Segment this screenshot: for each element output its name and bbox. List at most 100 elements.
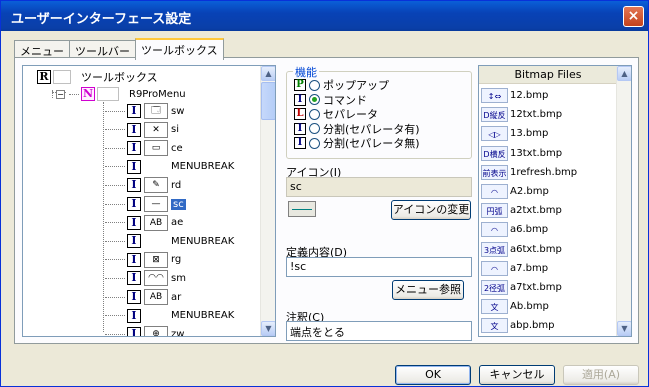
tree-item-label: sw	[171, 105, 185, 117]
collapse-icon[interactable]: −	[56, 89, 65, 99]
item-badge: I	[127, 159, 141, 174]
bitmap-file-item[interactable]: 文 Ab.bmp	[481, 298, 617, 315]
line-icon: —	[144, 196, 168, 212]
cancel-button[interactable]: キャンセル	[479, 365, 555, 385]
close-button[interactable]: ×	[623, 6, 644, 27]
bitmap-file-name: 13.bmp	[510, 128, 549, 140]
tree-item-label: zw	[171, 328, 185, 337]
ce-icon: ▭	[144, 140, 168, 157]
scroll-down-icon[interactable]: ▼	[261, 321, 275, 336]
radio-button[interactable]	[309, 123, 320, 134]
tree-item-label: ar	[171, 291, 182, 303]
bitmap-file-name: A2.bmp	[510, 186, 549, 197]
tree-item-label: MENUBREAK	[171, 161, 235, 173]
item-badge: I	[127, 290, 141, 304]
tree-item-label: MENUBREAK	[171, 310, 235, 322]
pencil-icon: ✎	[144, 177, 168, 194]
option-badge: I	[294, 137, 306, 149]
bitmap-preview-icon: ◠	[481, 260, 508, 276]
bitmap-file-name: 1refresh.bmp	[510, 166, 578, 178]
scroll-up-icon[interactable]: ▲	[261, 66, 275, 81]
tree-item[interactable]: I — sc	[105, 195, 186, 213]
bitmap-file-item[interactable]: ◠ a6.bmp	[481, 221, 617, 238]
bitmap-file-item[interactable]: ◁▷ 13.bmp	[481, 125, 617, 142]
tree-item[interactable]: I MENUBREAK	[105, 307, 234, 325]
tab-toolbox[interactable]: ツールボックス	[135, 38, 224, 60]
bitmap-preview-icon: 3点弧	[481, 241, 508, 257]
scroll-down-icon[interactable]: ▼	[617, 321, 631, 336]
tree-menu-node[interactable]: − N R9ProMenu	[56, 85, 186, 103]
tree-item-label: sc	[171, 198, 186, 210]
function-option[interactable]: I コマンド	[294, 93, 367, 107]
option-badge: P	[294, 79, 306, 91]
note-input[interactable]: 端点をとる	[286, 321, 472, 341]
radio-button[interactable]	[309, 94, 320, 105]
apply-button[interactable]: 適用(A)	[563, 365, 639, 385]
menu-reference-button[interactable]: メニュー参照	[392, 280, 464, 300]
bitmap-file-name: a6.bmp	[510, 224, 549, 236]
bitmap-file-item[interactable]: 3点弧 a6txt.bmp	[481, 241, 617, 258]
tree-item[interactable]: I ⊕ zw	[105, 325, 185, 337]
tree-item[interactable]: I ⊠ rg	[105, 251, 181, 269]
bitmap-preview-icon: ◠	[481, 184, 508, 199]
bitmap-scrollbar[interactable]: ▲ ▼	[616, 66, 631, 336]
scroll-up-icon[interactable]: ▲	[617, 66, 631, 81]
tree-item-label: rd	[171, 179, 182, 191]
bitmap-file-item[interactable]: ↕⇔ 12.bmp	[481, 87, 617, 104]
tree-item[interactable]: I MENUBREAK	[105, 158, 234, 176]
item-badge: I	[127, 197, 141, 211]
bitmap-file-item[interactable]: ◠ a7.bmp	[481, 260, 617, 277]
item-badge: I	[127, 178, 141, 193]
bitmap-file-name: a7txt.bmp	[510, 282, 562, 293]
title-bar: ユーザーインターフェース設定	[1, 1, 648, 31]
bitmap-file-item[interactable]: 円弧 a2txt.bmp	[481, 202, 617, 219]
change-icon-button[interactable]: アイコンの変更	[391, 200, 471, 220]
tree-item[interactable]: I ◠◠ sm	[105, 269, 186, 287]
bitmap-file-name: Ab.bmp	[510, 301, 549, 313]
tree-item[interactable]: I AB ar	[105, 288, 181, 306]
radio-button[interactable]	[309, 79, 320, 91]
scroll-thumb[interactable]	[261, 82, 275, 120]
tree-root[interactable]: R ツールボックス	[37, 68, 158, 86]
definition-input[interactable]: !sc	[286, 257, 472, 277]
bitmap-file-item[interactable]: ◠ A2.bmp	[481, 183, 617, 200]
bitmap-file-item[interactable]: 2径弧 a7txt.bmp	[481, 279, 617, 296]
bitmap-preview-icon: ◁▷	[481, 126, 508, 142]
tree-item[interactable]: I ✕ si	[105, 121, 179, 139]
settings-window: ユーザーインターフェース設定 × メニュー ツールバー ツールボックス R ツー…	[0, 0, 649, 387]
tree-item-label: ce	[171, 142, 183, 154]
menu-icon-slot	[97, 87, 119, 101]
bitmap-file-list[interactable]: Bitmap Files ↕⇔ 12.bmp D縦反 12txt.bmp ◁▷ 13.bm…	[478, 65, 632, 337]
bitmap-list-header[interactable]: Bitmap Files	[479, 66, 617, 84]
bitmap-file-name: 13txt.bmp	[510, 147, 563, 159]
sm-icon: ◠◠	[144, 270, 168, 287]
function-option[interactable]: I 分割(セパレータ有)	[294, 122, 420, 136]
menu-badge: N	[81, 87, 95, 101]
tree-item[interactable]: I 🗔 sw	[105, 102, 184, 120]
tree-scrollbar[interactable]: ▲ ▼	[260, 66, 275, 336]
bitmap-preview-icon: ↕⇔	[481, 88, 508, 103]
tree-item-label: rg	[171, 254, 182, 266]
function-option[interactable]: L セパレータ	[294, 107, 378, 121]
bitmap-file-item[interactable]: 文 abp.bmp	[481, 317, 617, 334]
bitmap-file-item[interactable]: D横反 13txt.bmp	[481, 145, 617, 162]
function-option[interactable]: I 分割(セパレータ無)	[294, 136, 420, 150]
radio-button[interactable]	[309, 108, 320, 120]
tree-item[interactable]: I ✎ rd	[105, 176, 181, 194]
bitmap-file-item[interactable]: 前表示 1refresh.bmp	[481, 164, 617, 181]
tree-item[interactable]: I MENUBREAK	[105, 232, 234, 250]
tab-strip: メニュー ツールバー ツールボックス	[14, 38, 224, 60]
tree-item[interactable]: I ▭ ce	[105, 139, 183, 157]
bitmap-file-name: abp.bmp	[510, 320, 555, 332]
zoom-icon: ⊕	[144, 326, 168, 336]
bitmap-file-item[interactable]: D縦反 12txt.bmp	[481, 106, 617, 123]
function-option[interactable]: P ポップアップ	[294, 78, 389, 92]
split-icon: ✕	[144, 121, 168, 138]
bitmap-preview-icon: 2径弧	[481, 280, 508, 295]
radio-button[interactable]	[309, 137, 320, 149]
ok-button[interactable]: OK	[395, 365, 471, 385]
tree-item[interactable]: I AB ae	[105, 214, 183, 232]
item-badge: I	[127, 234, 141, 249]
tree-view[interactable]: R ツールボックス − N R9ProMenu I 🗔 sw I ✕ si I ▭ ce I MEN…	[22, 65, 276, 337]
bitmap-file-name: a2txt.bmp	[510, 205, 562, 217]
